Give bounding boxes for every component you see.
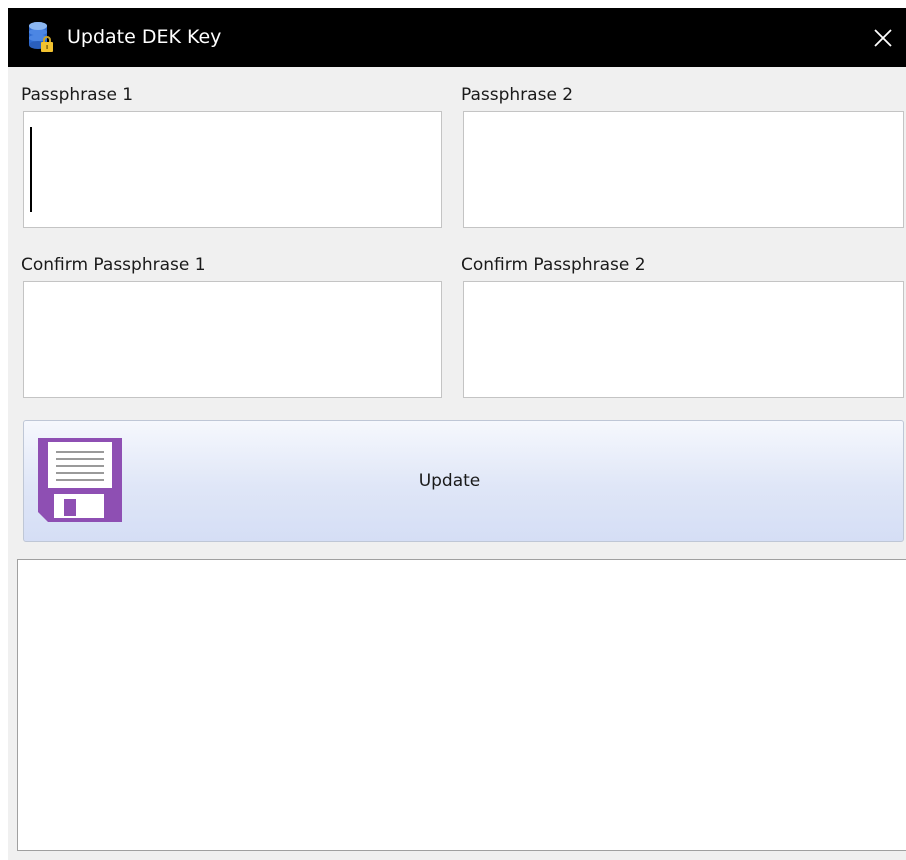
- confirm-passphrase-2-label: Confirm Passphrase 2: [461, 255, 646, 275]
- update-button[interactable]: Update: [23, 420, 904, 542]
- update-button-label: Update: [418, 471, 481, 491]
- text-caret: [30, 127, 32, 212]
- update-dek-key-window: Update DEK Key Passphrase 1 Passphrase 2…: [8, 8, 906, 860]
- output-log[interactable]: [17, 559, 906, 851]
- passphrase-2-field[interactable]: [463, 111, 904, 228]
- passphrase-2-label: Passphrase 2: [461, 85, 574, 105]
- window-title: Update DEK Key: [67, 26, 222, 48]
- confirm-passphrase-1-label: Confirm Passphrase 1: [21, 255, 206, 275]
- confirm-passphrase-1-field[interactable]: [23, 281, 442, 398]
- title-bar[interactable]: Update DEK Key: [8, 8, 906, 67]
- database-lock-icon: [29, 22, 53, 52]
- confirm-passphrase-2-field[interactable]: [463, 281, 904, 398]
- close-button[interactable]: [860, 8, 906, 67]
- close-icon: [874, 28, 892, 47]
- passphrase-1-label: Passphrase 1: [21, 85, 134, 105]
- passphrase-1-field[interactable]: [23, 111, 442, 228]
